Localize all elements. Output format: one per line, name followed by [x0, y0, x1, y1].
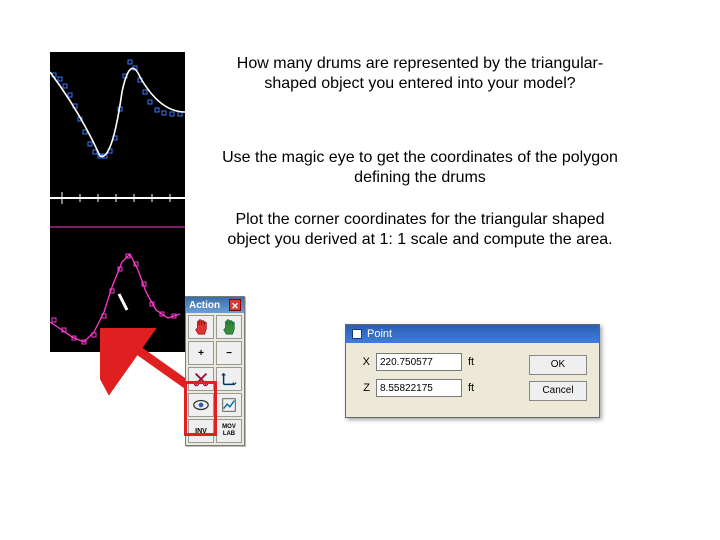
plus-tool[interactable]: + [188, 341, 214, 365]
question-1: How many drums are represented by the tr… [220, 54, 620, 94]
scissors-tool[interactable] [188, 367, 214, 391]
action-palette: Action ✕ + − INV MOV LAB [185, 296, 245, 446]
question-3: Plot the corner coordinates for the tria… [220, 210, 620, 250]
z-label: Z [356, 382, 370, 394]
point-dialog-titlebar[interactable]: Point [346, 325, 599, 343]
question-2: Use the magic eye to get the coordinates… [220, 148, 620, 188]
hand-green-tool[interactable] [216, 315, 242, 339]
ok-button[interactable]: OK [529, 355, 587, 375]
action-palette-titlebar[interactable]: Action ✕ [186, 297, 244, 313]
close-icon[interactable]: ✕ [229, 299, 241, 311]
chart-tool[interactable] [216, 393, 242, 417]
z-unit: ft [468, 382, 486, 394]
x-input[interactable] [376, 353, 462, 371]
minus-tool[interactable]: − [216, 341, 242, 365]
point-dialog-icon [352, 329, 362, 339]
x-unit: ft [468, 356, 486, 368]
movlab-tool[interactable]: MOV LAB [216, 419, 242, 443]
magic-eye-tool[interactable] [188, 393, 214, 417]
point-dialog-title: Point [367, 328, 392, 340]
cancel-button[interactable]: Cancel [529, 381, 587, 401]
inv-tool[interactable]: INV [188, 419, 214, 443]
point-dialog: Point X ft Z ft OK Cancel [345, 324, 600, 418]
axes-tool[interactable] [216, 367, 242, 391]
x-label: X [356, 356, 370, 368]
hand-red-tool[interactable] [188, 315, 214, 339]
z-input[interactable] [376, 379, 462, 397]
profile-plots [50, 52, 185, 352]
action-palette-title: Action [189, 300, 220, 311]
